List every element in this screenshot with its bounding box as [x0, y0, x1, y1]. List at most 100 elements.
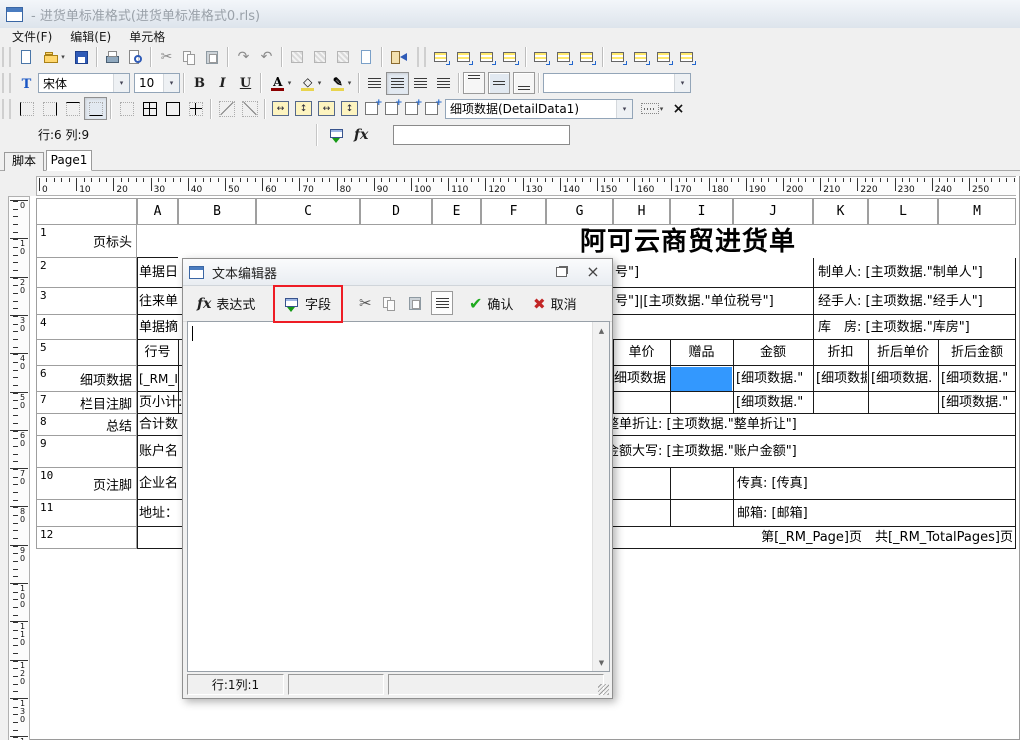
cell-a7[interactable]: 页小计:	[139, 392, 182, 414]
dialog-copy-button[interactable]	[381, 286, 398, 321]
column-header-A[interactable]: A	[137, 198, 178, 225]
cell-row3-fragment[interactable]: 号"]|[主项数据."单位税号"]	[615, 288, 811, 315]
dialog-paste-button[interactable]	[407, 286, 424, 321]
font-dialog-button[interactable]: T	[15, 72, 38, 95]
row-header-8[interactable]: 8总结	[36, 414, 137, 436]
diagonal-up-button[interactable]	[238, 97, 261, 120]
cell-k3[interactable]: 经手人: [主项数据."经手人"]	[818, 288, 1013, 315]
cut-button[interactable]: ✂	[155, 46, 178, 69]
band-selector[interactable]: 细项数据(DetailData1) ▾	[445, 99, 633, 119]
cell-a3[interactable]: 往来单	[139, 288, 182, 315]
cell-h6[interactable]: 细项数据	[614, 366, 669, 392]
underline-button[interactable]: U	[234, 72, 257, 95]
row-header-7[interactable]: 7栏目注脚	[36, 392, 137, 414]
column-width-button[interactable]: ↔	[269, 97, 292, 120]
split-column-button[interactable]	[430, 46, 453, 69]
print-button[interactable]	[101, 46, 124, 69]
row-header-6[interactable]: 6细项数据	[36, 366, 137, 392]
column-header-J[interactable]: J	[733, 198, 813, 225]
cell-a4[interactable]: 单据摘	[139, 315, 182, 340]
row-header-3[interactable]: 3	[36, 288, 137, 315]
text-editor-area[interactable]: ▲ ▼	[187, 321, 610, 672]
split-cells-button[interactable]	[421, 97, 441, 120]
select-row-button[interactable]	[499, 46, 522, 69]
toolbar-grip[interactable]	[2, 73, 11, 93]
delete-cells-button[interactable]	[576, 46, 599, 69]
valign-middle-button[interactable]	[488, 72, 510, 94]
toolbar-grip[interactable]	[2, 47, 11, 67]
merge-cells-button[interactable]	[401, 97, 421, 120]
row-header-10[interactable]: 10页注脚	[36, 468, 137, 500]
row-header-9[interactable]: 9	[36, 436, 137, 468]
cell-j7[interactable]: [细项数据."	[736, 392, 812, 414]
append-column-button[interactable]	[653, 46, 676, 69]
toolbar-grip[interactable]	[417, 47, 426, 67]
open-button[interactable]: ▾	[38, 46, 70, 69]
row-header-1[interactable]: 1页标头	[36, 225, 137, 258]
undo-button[interactable]: ↶	[255, 46, 278, 69]
cell-k6[interactable]: [细项数据	[816, 366, 867, 392]
cell-row11-email[interactable]: 邮箱: [邮箱]	[737, 500, 1011, 527]
insert-column-left-button[interactable]	[453, 46, 476, 69]
chevron-down-icon[interactable]: ▾	[163, 74, 179, 92]
append-row-above-button[interactable]	[607, 46, 630, 69]
column-header-K[interactable]: K	[813, 198, 868, 225]
border-none-button[interactable]	[115, 97, 138, 120]
font-color-button[interactable]: A▾	[265, 72, 295, 95]
border-inside-button[interactable]	[184, 97, 207, 120]
align-center-button[interactable]	[386, 72, 409, 95]
border-all-button[interactable]	[138, 97, 161, 120]
new-button[interactable]	[15, 46, 38, 69]
dialog-titlebar[interactable]: 文本编辑器	[183, 259, 612, 286]
row-header-2[interactable]: 2	[36, 258, 137, 288]
border-outline-button[interactable]	[161, 97, 184, 120]
dialog-close-button[interactable]: ×	[583, 263, 603, 281]
cell-row10-fax[interactable]: 传真: [传真]	[737, 468, 1011, 500]
align-justify-button[interactable]	[432, 72, 455, 95]
diagonal-down-button[interactable]	[215, 97, 238, 120]
style-select[interactable]: ▾	[543, 73, 691, 93]
exit-button[interactable]	[386, 46, 409, 69]
font-size-select[interactable]: 10 ▾	[134, 73, 180, 93]
cell-a9[interactable]: 账户名	[139, 436, 182, 468]
selected-cell-i6[interactable]	[671, 367, 732, 391]
font-name-select[interactable]: 宋体 ▾	[38, 73, 130, 93]
align-right-button[interactable]	[409, 72, 432, 95]
insert-field-button[interactable]	[325, 123, 348, 146]
cell-a8[interactable]: 合计数	[139, 414, 182, 436]
column-header-F[interactable]: F	[481, 198, 546, 225]
cell-row12-pagenum[interactable]: 第[_RM_Page]页 共[_RM_TotalPages]页	[600, 527, 1015, 549]
column-header-E[interactable]: E	[432, 198, 481, 225]
copy-button[interactable]	[178, 46, 201, 69]
corner-header-cell[interactable]	[36, 198, 137, 225]
resize-grip[interactable]	[598, 684, 609, 695]
confirm-button[interactable]: ✔ 确认	[469, 286, 513, 321]
cell-row2-fragment[interactable]: 号"]	[615, 258, 715, 288]
insert-row-button[interactable]	[553, 46, 576, 69]
column-header-M[interactable]: M	[938, 198, 1016, 225]
menu-cell[interactable]: 单元格	[129, 28, 165, 45]
cell-row9[interactable]: 金额大写: [主项数据."账户金额"]	[606, 436, 1011, 468]
cell-a10[interactable]: 企业名	[139, 468, 182, 500]
border-right-button[interactable]	[38, 97, 61, 120]
cell-a6[interactable]: [_RM_I	[139, 366, 182, 392]
chevron-down-icon[interactable]: ▾	[616, 100, 632, 118]
fx-button[interactable]: fx	[354, 127, 368, 143]
merge-down-button[interactable]	[381, 97, 401, 120]
cell-j5[interactable]: 金额	[733, 340, 813, 366]
column-header-H[interactable]: H	[613, 198, 670, 225]
fill-pattern-button[interactable]	[309, 46, 332, 69]
column-header-C[interactable]: C	[256, 198, 360, 225]
column-header-D[interactable]: D	[360, 198, 432, 225]
border-top-button[interactable]	[61, 97, 84, 120]
band-style-button[interactable]: ▾	[637, 97, 667, 120]
report-title-cell[interactable]: 阿可云商贸进货单	[360, 226, 1016, 258]
cell-a11[interactable]: 地址：	[139, 500, 182, 527]
append-table-button[interactable]	[676, 46, 699, 69]
delete-band-button[interactable]: ×	[667, 97, 690, 120]
insert-cells-button[interactable]	[286, 46, 309, 69]
tab-script[interactable]: 脚本	[4, 152, 44, 171]
cell-l5[interactable]: 折后单价	[868, 340, 938, 366]
cell-row8[interactable]: 整单折让: [主项数据."整单折让"]	[606, 414, 1011, 436]
column-header-I[interactable]: I	[670, 198, 733, 225]
